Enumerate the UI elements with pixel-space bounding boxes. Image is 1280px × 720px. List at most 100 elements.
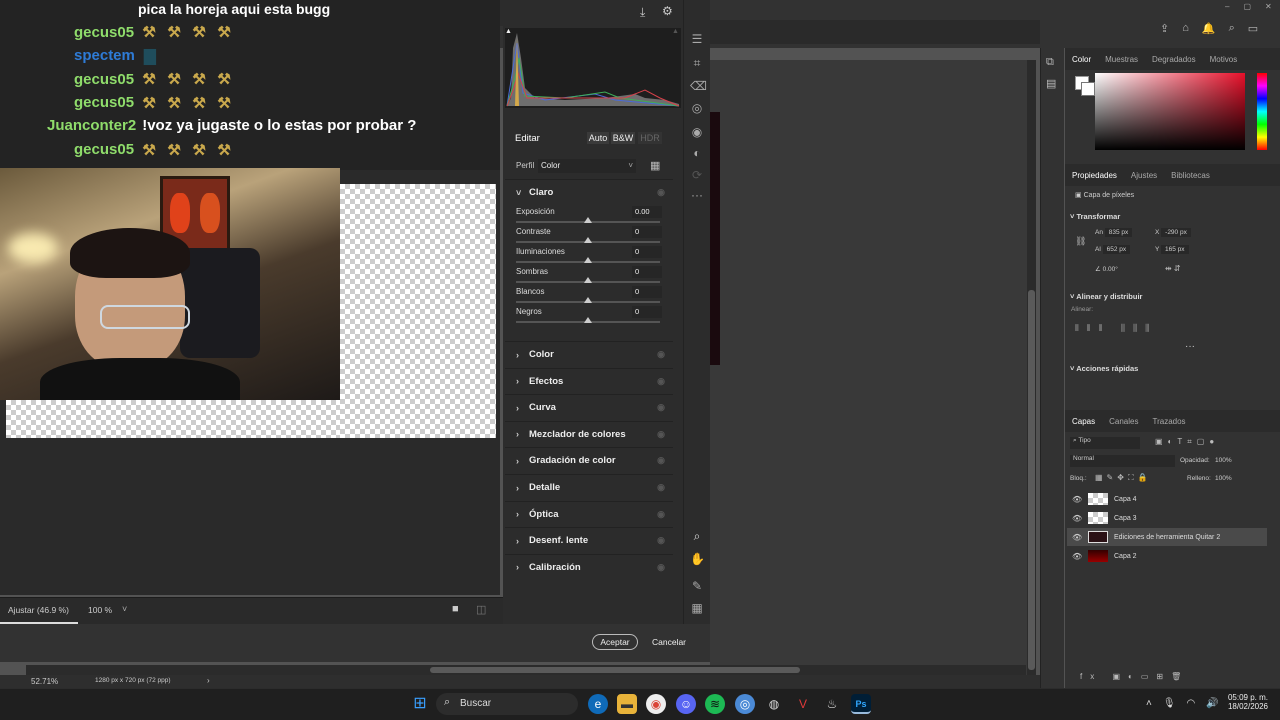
height-field[interactable]: Al 652 px <box>1095 245 1131 254</box>
slider-thumb[interactable] <box>584 217 592 223</box>
more-tools-icon[interactable]: ··· <box>690 188 704 202</box>
edit-section[interactable]: › Óptica ◉ <box>505 500 673 527</box>
workspace-icon[interactable]: ▭ <box>1248 22 1258 42</box>
tab-gradients[interactable]: Degradados <box>1145 55 1203 64</box>
profile-browser-icon[interactable]: ▦ <box>650 159 660 172</box>
fill-field[interactable]: 100% <box>1215 475 1232 482</box>
layer-row-selected[interactable]: 👁 Ediciones de herramienta Quitar 2 <box>1067 528 1267 546</box>
hand-icon[interactable]: ✋ <box>690 552 705 566</box>
vertical-scroll-thumb[interactable] <box>1028 290 1035 670</box>
align-heading[interactable]: ˅ Alinear y distribuir <box>1070 292 1142 301</box>
chat-username[interactable]: gecus05 <box>74 71 134 88</box>
slider-thumb[interactable] <box>584 277 592 283</box>
eye-icon[interactable]: ◉ <box>657 349 665 360</box>
chat-username[interactable]: gecus05 <box>74 24 134 41</box>
section-light[interactable]: ˅ Claro ◉ <box>505 179 673 205</box>
background-color-swatch[interactable] <box>1081 82 1095 96</box>
edit-section[interactable]: › Detalle ◉ <box>505 474 673 500</box>
layer-row[interactable]: 👁 Capa 4 <box>1067 490 1267 508</box>
chevron-right-icon[interactable]: › <box>207 676 210 685</box>
eyedropper-icon[interactable]: ✎ <box>690 579 704 593</box>
eye-icon[interactable]: 👁 <box>1067 495 1083 504</box>
slider-thumb[interactable] <box>584 297 592 303</box>
tab-layers[interactable]: Capas <box>1065 417 1102 426</box>
zoom-100-button[interactable]: 100 % <box>88 605 112 615</box>
align-buttons[interactable]: ⫴⫴⫴ ⫼⫼⫼ <box>1075 323 1157 334</box>
edit-section[interactable]: › Curva ◉ <box>505 394 673 420</box>
eye-icon[interactable]: ◉ <box>657 187 665 198</box>
slider-row[interactable]: Exposición 0.00 <box>516 206 662 227</box>
red-eye-icon[interactable]: ◉ <box>690 125 704 139</box>
clock[interactable]: 05:09 p. m. 18/02/2026 <box>1226 693 1268 711</box>
cancel-button[interactable]: Cancelar <box>646 634 692 650</box>
slider-row[interactable]: Contraste 0 <box>516 226 662 247</box>
tab-properties[interactable]: Propiedades <box>1065 171 1124 180</box>
maximize-icon[interactable]: ▢ <box>1243 2 1251 14</box>
share-icon[interactable]: ⇪ <box>1160 22 1169 42</box>
snapshot-icon[interactable]: ⟳ <box>690 168 704 182</box>
tab-adjustments[interactable]: Ajustes <box>1124 171 1164 180</box>
hue-slider[interactable] <box>1257 73 1267 150</box>
discord-icon[interactable]: ☺ <box>676 694 696 714</box>
zoom-fit-button[interactable]: Ajustar (46.9 %) <box>8 605 69 615</box>
eye-icon[interactable]: 👁 <box>1067 552 1083 561</box>
tab-channels[interactable]: Canales <box>1102 417 1145 426</box>
slider-row[interactable]: Blancos 0 <box>516 286 662 307</box>
angle-field[interactable]: ∠ 0.00° <box>1095 265 1118 273</box>
eraser-icon[interactable]: ⌫ <box>690 79 707 93</box>
eye-icon[interactable]: ◉ <box>657 562 665 573</box>
presets-icon[interactable]: ◐ <box>690 146 704 160</box>
chevron-down-icon[interactable]: ˅ <box>122 604 127 614</box>
eye-icon[interactable]: 👁 <box>1067 514 1083 523</box>
bell-icon[interactable]: 🔔 <box>1202 22 1216 42</box>
home-icon[interactable]: ⌂ <box>1182 22 1189 42</box>
eye-icon[interactable]: 👁 <box>1067 533 1083 542</box>
eye-icon[interactable]: ◉ <box>657 429 665 440</box>
slider-value-field[interactable]: 0.00 <box>632 206 662 218</box>
transform-heading[interactable]: ˅ Transformar <box>1070 212 1120 221</box>
hdr-button[interactable]: HDR <box>638 132 662 144</box>
edit-sliders-icon[interactable]: ☰ <box>690 32 704 46</box>
microphone-icon[interactable]: 🎙 <box>1163 698 1176 709</box>
color-picker-field[interactable] <box>1095 73 1245 150</box>
layer-row[interactable]: 👁 Capa 3 <box>1067 509 1267 527</box>
link-icon[interactable]: ⛓ <box>1075 236 1086 247</box>
slider-value-field[interactable]: 0 <box>632 306 662 318</box>
slider-value-field[interactable]: 0 <box>632 226 662 238</box>
tab-color[interactable]: Color <box>1065 55 1098 64</box>
close-icon[interactable]: ✕ <box>1265 2 1272 14</box>
edit-section[interactable]: › Mezclador de colores ◉ <box>505 420 673 447</box>
edit-section[interactable]: › Desenf. lente ◉ <box>505 527 673 553</box>
eye-icon[interactable]: ◉ <box>657 402 665 413</box>
compare-view-icon[interactable]: ◫ <box>476 603 486 616</box>
steam-icon[interactable]: ♨ <box>822 694 842 714</box>
lock-icons[interactable]: ▦✎✥⛶🔒 <box>1095 473 1152 483</box>
search-icon[interactable]: ⌕ <box>1229 22 1235 42</box>
tab-libraries[interactable]: Bibliotecas <box>1164 171 1217 180</box>
status-zoom[interactable]: 52.71% <box>31 677 58 686</box>
x-field[interactable]: X -290 px <box>1155 228 1191 237</box>
zoom-icon[interactable]: ⌕ <box>690 529 704 543</box>
slider-row[interactable]: Sombras 0 <box>516 266 662 287</box>
slider-thumb[interactable] <box>584 317 592 323</box>
auto-button[interactable]: Auto <box>587 132 609 144</box>
eye-icon[interactable]: ◉ <box>657 509 665 520</box>
tab-patterns[interactable]: Motivos <box>1203 55 1245 64</box>
edge-icon[interactable]: e <box>588 694 608 714</box>
valorant-icon[interactable]: V <box>793 694 813 714</box>
volume-icon[interactable]: 🔊 <box>1206 698 1218 709</box>
chat-username[interactable]: gecus05 <box>74 94 134 111</box>
layer-filter-select[interactable]: ⌕ Tipo <box>1070 437 1140 449</box>
profile-select[interactable]: Color ˅ <box>538 159 636 173</box>
layer-row[interactable]: 👁 Capa 2 <box>1067 547 1267 565</box>
gear-icon[interactable]: ⚙ <box>662 4 673 18</box>
slider-value-field[interactable]: 0 <box>632 246 662 258</box>
minimize-icon[interactable]: – <box>1225 2 1229 14</box>
layer-filter-icons[interactable]: ▣◐T⌗▢● <box>1155 437 1219 447</box>
windows-start-icon[interactable]: ⊞ <box>410 694 430 714</box>
bw-button[interactable]: B&W <box>611 132 635 144</box>
edit-section[interactable]: › Gradación de color ◉ <box>505 447 673 473</box>
taskbar-search[interactable]: ⌕ Buscar <box>436 693 578 715</box>
width-field[interactable]: An 835 px <box>1095 228 1133 237</box>
crop-icon[interactable]: ⌗ <box>690 56 704 70</box>
